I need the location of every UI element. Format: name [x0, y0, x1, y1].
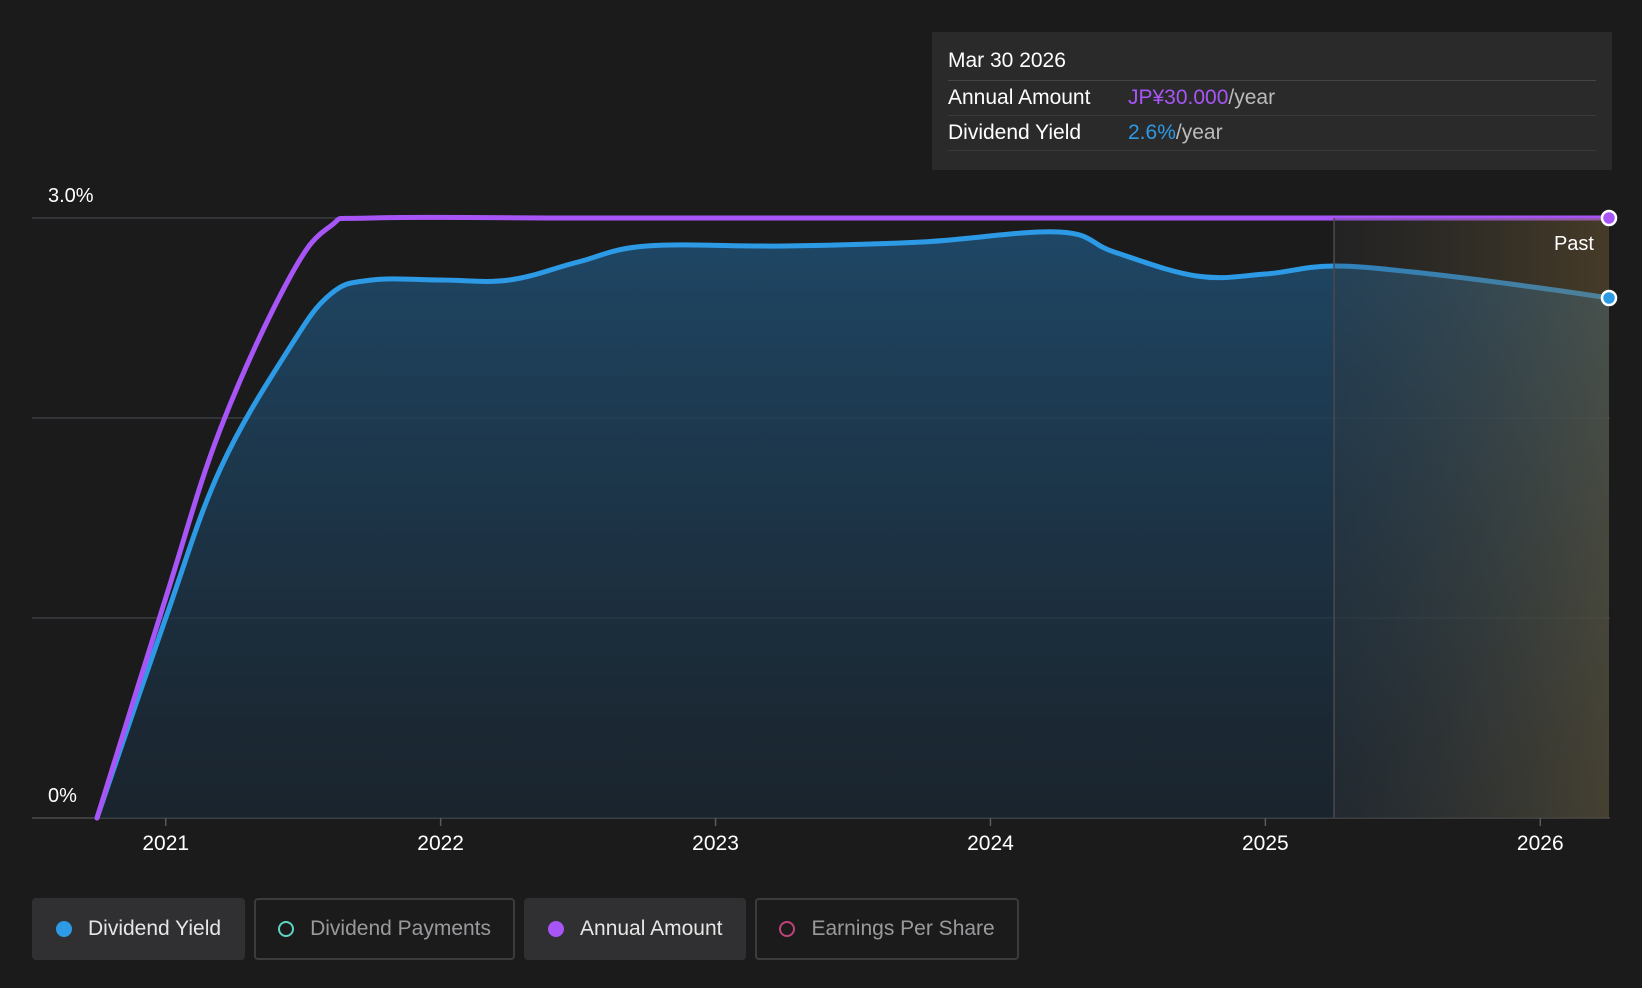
legend-label: Earnings Per Share — [811, 917, 995, 940]
tooltip-label: Dividend Yield — [948, 121, 1082, 144]
past-region-fill — [1334, 218, 1609, 818]
past-region — [1333, 218, 1609, 818]
series-end-marker — [1600, 289, 1618, 307]
legend-chip-earnings-per-share[interactable]: Earnings Per Share — [755, 898, 1019, 960]
y-tick-label: 3.0% — [48, 185, 94, 207]
x-tick-label: 2024 — [967, 832, 1014, 855]
hover-tooltip: Mar 30 2026 Annual Amount JP¥30.000 /yea… — [932, 32, 1612, 170]
tooltip-value: 2.6% — [1128, 121, 1176, 144]
series-end-marker — [1600, 209, 1618, 227]
legend-label: Annual Amount — [580, 917, 723, 940]
legend-dot-icon — [548, 921, 565, 937]
y-tick-label: 0% — [48, 785, 77, 807]
legend-dot-icon — [779, 921, 796, 937]
x-tick-label: 2022 — [417, 832, 464, 855]
legend-chip-annual-amount[interactable]: Annual Amount — [524, 898, 747, 960]
legend-dot-icon — [56, 921, 72, 937]
tooltip-date: Mar 30 2026 — [948, 46, 1596, 81]
legend-dot-icon — [278, 921, 295, 937]
tooltip-unit: /year — [1228, 86, 1276, 109]
tooltip-unit: /year — [1175, 121, 1223, 144]
legend-chip-dividend-yield[interactable]: Dividend Yield — [32, 898, 246, 960]
tooltip-row-dividend-yield: Dividend Yield 2.6% /year — [948, 116, 1596, 151]
legend-label: Dividend Payments — [310, 917, 492, 940]
tooltip-label: Annual Amount — [948, 86, 1091, 109]
x-tick-label: 2023 — [692, 832, 739, 855]
legend-chip-dividend-payments[interactable]: Dividend Payments — [254, 898, 516, 960]
legend: Dividend Yield Dividend Payments Annual … — [32, 898, 1019, 960]
past-label: Past — [1554, 233, 1594, 255]
tooltip-value: JP¥30.000 — [1128, 86, 1229, 109]
x-tick-label: 2021 — [142, 832, 189, 855]
x-tick-label: 2026 — [1517, 832, 1564, 855]
legend-label: Dividend Yield — [88, 917, 222, 940]
tooltip-row-annual-amount: Annual Amount JP¥30.000 /year — [948, 81, 1596, 116]
x-tick-label: 2025 — [1242, 832, 1289, 855]
